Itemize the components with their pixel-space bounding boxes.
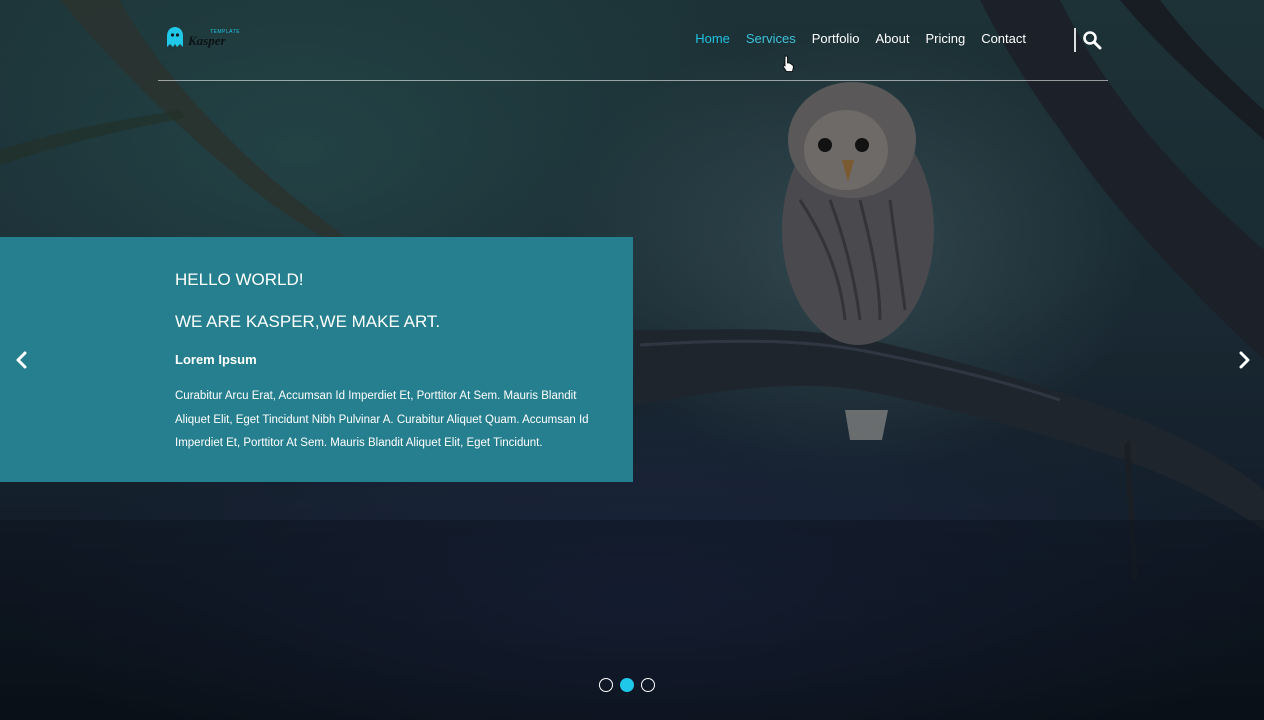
slider-dot-2[interactable] xyxy=(620,678,634,692)
nav-item-pricing[interactable]: Pricing xyxy=(925,31,965,46)
ghost-logo-icon xyxy=(167,27,183,47)
slide-kicker: HELLO WORLD! xyxy=(175,270,304,289)
hero-slider: TEMPLATE Kasper Home Services Portfolio … xyxy=(0,0,1264,720)
main-nav: Home Services Portfolio About Pricing Co… xyxy=(679,31,1026,46)
nav-item-about[interactable]: About xyxy=(875,31,909,46)
nav-item-contact[interactable]: Contact xyxy=(981,31,1026,46)
slide-content-panel: HELLO WORLD! WE ARE KASPER,WE MAKE ART. … xyxy=(0,237,633,482)
chevron-left-icon[interactable] xyxy=(12,350,32,370)
nav-item-home[interactable]: Home xyxy=(695,31,730,46)
brand-logo[interactable]: TEMPLATE Kasper xyxy=(166,26,240,52)
nav-item-portfolio[interactable]: Portfolio xyxy=(812,31,860,46)
slide-subhead: Lorem Ipsum xyxy=(175,352,257,367)
slider-pagination xyxy=(599,678,655,692)
slide-text: HELLO WORLD! WE ARE KASPER,WE MAKE ART. … xyxy=(175,270,595,456)
nav-divider xyxy=(1074,28,1076,52)
slide-headline: WE ARE KASPER,WE MAKE ART. xyxy=(175,312,441,331)
slider-dot-3[interactable] xyxy=(641,678,655,692)
search-icon[interactable] xyxy=(1082,30,1102,50)
nav-item-services[interactable]: Services xyxy=(746,31,796,46)
chevron-right-icon[interactable] xyxy=(1234,350,1254,370)
site-header: TEMPLATE Kasper Home Services Portfolio … xyxy=(158,0,1108,81)
slider-dot-1[interactable] xyxy=(599,678,613,692)
logo-name: Kasper xyxy=(188,33,226,48)
hand-cursor-icon xyxy=(782,55,794,72)
slide-body: Curabitur Arcu Erat, Accumsan Id Imperdi… xyxy=(175,390,589,449)
